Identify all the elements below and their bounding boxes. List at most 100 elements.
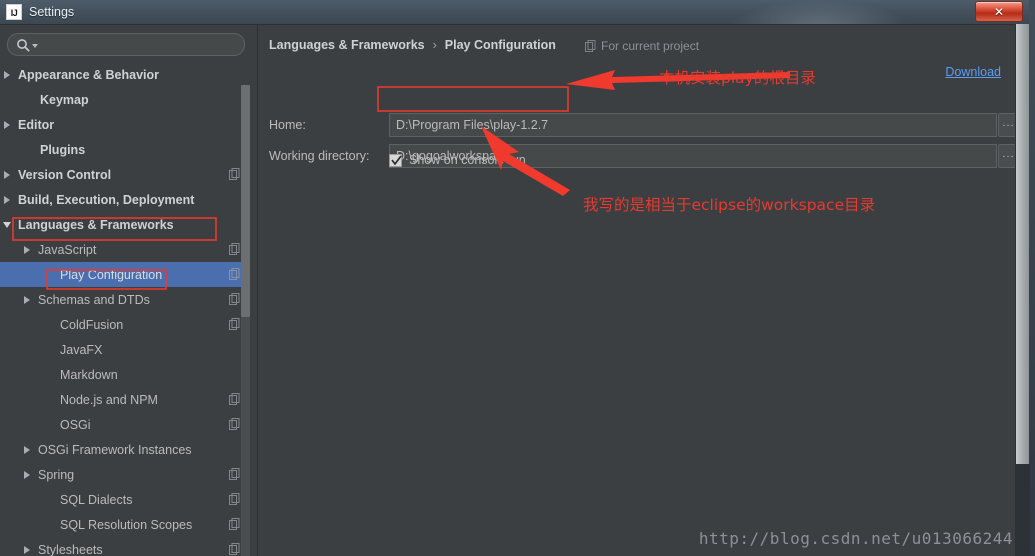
sidebar-item-label: Plugins [40, 142, 86, 157]
settings-sidebar: Appearance & Behavior Keymap Editor Plugins… [0, 25, 258, 556]
scope-note-label: For current project [601, 39, 700, 53]
download-link[interactable]: Download [945, 65, 1001, 79]
sidebar-item-javascript[interactable]: JavaScript [0, 237, 250, 262]
working-directory-field-row: Working directory: ... [258, 144, 1021, 168]
sidebar-item-label: SQL Resolution Scopes [60, 517, 193, 532]
copy-settings-icon[interactable] [229, 493, 240, 505]
sidebar-item-languages-frameworks[interactable]: Languages & Frameworks [0, 212, 250, 237]
sidebar-item-editor[interactable]: Editor [0, 112, 250, 137]
chevron-right-icon[interactable] [20, 462, 34, 487]
chevron-right-icon[interactable] [0, 162, 14, 187]
chevron-right-icon[interactable] [20, 237, 34, 262]
sidebar-item-version-control[interactable]: Version Control [0, 162, 250, 187]
sidebar-item-appearance-behavior[interactable]: Appearance & Behavior [0, 62, 250, 87]
sidebar-item-stylesheets[interactable]: Stylesheets [0, 537, 250, 556]
breadcrumb-separator: › [432, 38, 437, 52]
copy-settings-icon[interactable] [229, 268, 240, 280]
window-scrollbar-bottom [1016, 464, 1030, 556]
home-field-label: Home: [269, 118, 306, 132]
copy-settings-icon[interactable] [229, 543, 240, 555]
watermark: http://blog.csdn.net/u013066244 [698, 529, 1013, 548]
sidebar-item-label: SQL Dialects [60, 492, 133, 507]
search-input[interactable] [38, 37, 244, 52]
sidebar-item-sql-resolution-scopes[interactable]: SQL Resolution Scopes [0, 512, 250, 537]
chevron-right-icon[interactable] [0, 112, 14, 137]
working-directory-field-label: Working directory: [269, 149, 370, 163]
copy-settings-icon[interactable] [229, 418, 240, 430]
titlebar-glow [729, 0, 909, 24]
settings-tree: Appearance & Behavior Keymap Editor Plugins… [0, 62, 250, 556]
search-wrapper [0, 25, 258, 56]
sidebar-item-label: Editor [18, 117, 55, 132]
window-title: Settings [29, 5, 75, 19]
copy-settings-icon[interactable] [229, 393, 240, 405]
sidebar-item-label: Play Configuration [60, 267, 163, 282]
window-client-area: Appearance & Behavior Keymap Editor Plugins… [0, 24, 1029, 556]
sidebar-item-plugins[interactable]: Plugins [0, 137, 250, 162]
chevron-right-icon[interactable] [20, 537, 34, 556]
sidebar-item-schemas-and-dtds[interactable]: Schemas and DTDs [0, 287, 250, 312]
scope-note: For current project [585, 39, 699, 53]
sidebar-item-node-js-and-npm[interactable]: Node.js and NPM [0, 387, 250, 412]
sidebar-item-label: OSGi [60, 417, 91, 432]
sidebar-item-coldfusion[interactable]: ColdFusion [0, 312, 250, 337]
home-field-row: Home: ... [258, 113, 1021, 137]
window-scrollbar[interactable] [1015, 24, 1030, 556]
sidebar-item-label: Spring [38, 467, 75, 482]
sidebar-item-label: Keymap [40, 92, 89, 107]
sidebar-item-spring[interactable]: Spring [0, 462, 250, 487]
settings-window: IJ Settings ✕ Appearance & Behavior Keym… [0, 0, 1030, 556]
sidebar-item-javafx[interactable]: JavaFX [0, 337, 250, 362]
sidebar-item-label: Build, Execution, Deployment [18, 192, 195, 207]
home-field-input[interactable] [389, 113, 997, 137]
sidebar-item-label: Node.js and NPM [60, 392, 158, 407]
sidebar-item-sql-dialects[interactable]: SQL Dialects [0, 487, 250, 512]
search-icon [16, 38, 30, 52]
sidebar-item-label: Languages & Frameworks [18, 217, 174, 232]
sidebar-item-osgi[interactable]: OSGi [0, 412, 250, 437]
show-on-console-run-row[interactable]: Show on console run [389, 153, 526, 167]
project-scope-icon [585, 40, 596, 52]
settings-content-pane: Languages & Frameworks › Play Configurat… [258, 25, 1021, 556]
chevron-down-icon[interactable] [0, 212, 14, 237]
chevron-right-icon[interactable] [20, 437, 34, 462]
copy-settings-icon[interactable] [229, 518, 240, 530]
breadcrumb-parent[interactable]: Languages & Frameworks [269, 38, 425, 52]
copy-settings-icon[interactable] [229, 293, 240, 305]
sidebar-item-label: OSGi Framework Instances [38, 442, 192, 457]
sidebar-item-play-configuration[interactable]: Play Configuration [0, 262, 250, 287]
search-box[interactable] [7, 33, 245, 56]
sidebar-item-osgi-framework-instances[interactable]: OSGi Framework Instances [0, 437, 250, 462]
sidebar-item-build-execution-deployment[interactable]: Build, Execution, Deployment [0, 187, 250, 212]
chevron-right-icon[interactable] [0, 187, 14, 212]
sidebar-item-label: Schemas and DTDs [38, 292, 150, 307]
chevron-right-icon[interactable] [20, 287, 34, 312]
sidebar-item-label: Markdown [60, 367, 118, 382]
show-on-console-run-checkbox[interactable] [389, 153, 402, 167]
window-titlebar: IJ Settings ✕ [0, 0, 1029, 24]
intellij-logo-icon: IJ [6, 4, 22, 20]
breadcrumb: Languages & Frameworks › Play Configurat… [269, 38, 556, 52]
sidebar-item-label: Version Control [18, 167, 112, 182]
copy-settings-icon[interactable] [229, 243, 240, 255]
sidebar-item-label: Appearance & Behavior [18, 67, 160, 82]
show-on-console-run-label: Show on console run [409, 153, 526, 167]
close-button[interactable]: ✕ [975, 1, 1023, 22]
sidebar-scrollbar-track[interactable] [241, 85, 250, 556]
sidebar-scrollbar-thumb[interactable] [241, 85, 250, 317]
copy-settings-icon[interactable] [229, 468, 240, 480]
copy-settings-icon[interactable] [229, 168, 240, 180]
chevron-right-icon[interactable] [0, 62, 14, 87]
copy-settings-icon[interactable] [229, 318, 240, 330]
sidebar-item-markdown[interactable]: Markdown [0, 362, 250, 387]
sidebar-item-keymap[interactable]: Keymap [0, 87, 250, 112]
